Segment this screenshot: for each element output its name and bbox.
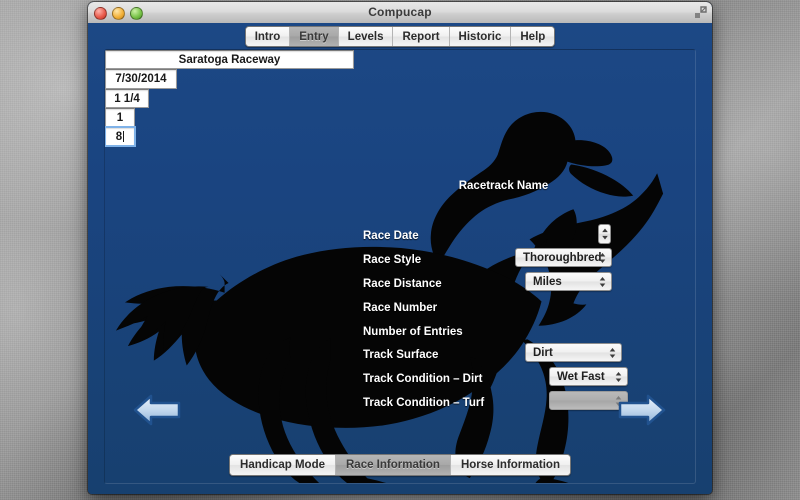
- racetrack-name-label: Racetrack Name: [458, 180, 549, 192]
- track-surface-row: Track Surface: [363, 345, 438, 365]
- race-distance-unit-value: Miles: [533, 275, 562, 288]
- bottom-tab-group: Handicap Mode Race Information Horse Inf…: [229, 454, 571, 476]
- race-style-row: Race Style: [363, 250, 421, 270]
- track-condition-turf-label: Track Condition – Turf: [363, 397, 485, 409]
- number-of-entries-value: 8: [115, 130, 123, 143]
- entry-panel: Racetrack Name Saratoga Raceway Race Dat…: [104, 49, 696, 484]
- tab-horse-information[interactable]: Horse Information: [450, 455, 570, 475]
- tab-help[interactable]: Help: [511, 27, 555, 46]
- race-number-row: Race Number: [363, 298, 437, 318]
- tab-levels[interactable]: Levels: [338, 27, 394, 46]
- tab-historic[interactable]: Historic: [449, 27, 512, 46]
- tab-handicap-mode[interactable]: Handicap Mode: [230, 455, 336, 475]
- previous-page-button[interactable]: [131, 390, 183, 430]
- race-information-form: Racetrack Name Saratoga Raceway Race Dat…: [105, 50, 695, 483]
- window-titlebar[interactable]: Compucap: [88, 2, 712, 24]
- racetrack-name-input[interactable]: Saratoga Raceway: [105, 50, 354, 69]
- track-condition-dirt-row: Track Condition – Dirt: [363, 369, 483, 389]
- race-style-label: Race Style: [363, 254, 422, 266]
- race-date-row: Race Date: [363, 226, 419, 246]
- window-content: Intro Entry Levels Report Historic Help: [88, 23, 712, 494]
- top-tab-group: Intro Entry Levels Report Historic Help: [244, 26, 556, 47]
- chevron-updown-icon: [599, 252, 606, 263]
- race-date-input[interactable]: 7/30/2014: [105, 69, 177, 89]
- race-distance-input[interactable]: 1 1/4: [105, 89, 149, 108]
- tab-entry[interactable]: Entry: [290, 27, 339, 46]
- chevron-updown-icon: [599, 276, 606, 287]
- race-distance-row: Race Distance: [363, 274, 442, 294]
- number-of-entries-label: Number of Entries: [363, 326, 463, 338]
- tab-report[interactable]: Report: [393, 27, 450, 46]
- top-tabbar: Intro Entry Levels Report Historic Help: [88, 26, 712, 47]
- chevron-updown-icon: [609, 347, 616, 358]
- left-arrow-icon: [133, 394, 181, 426]
- app-window: Compucap Intro Entry Levels Report Histo…: [88, 2, 712, 494]
- race-distance-unit-popup[interactable]: Miles: [525, 272, 612, 291]
- right-arrow-icon: [618, 394, 666, 426]
- race-date-stepper[interactable]: [598, 224, 611, 244]
- fullscreen-resize-icon[interactable]: [694, 6, 707, 19]
- chevron-updown-icon: [615, 371, 622, 382]
- race-style-value: Thoroughbred: [523, 251, 602, 264]
- race-date-label: Race Date: [363, 230, 419, 242]
- tab-intro[interactable]: Intro: [245, 27, 291, 46]
- track-condition-dirt-label: Track Condition – Dirt: [363, 373, 483, 385]
- track-condition-dirt-popup[interactable]: Wet Fast: [549, 367, 628, 386]
- track-surface-label: Track Surface: [363, 349, 439, 361]
- track-surface-value: Dirt: [533, 346, 553, 359]
- race-number-input[interactable]: 1: [105, 108, 135, 127]
- race-style-popup[interactable]: Thoroughbred: [515, 248, 612, 267]
- number-of-entries-row: Number of Entries: [363, 322, 463, 342]
- track-condition-turf-row: Track Condition – Turf: [363, 393, 484, 413]
- window-title: Compucap: [368, 5, 432, 19]
- race-number-label: Race Number: [363, 302, 438, 314]
- number-of-entries-input[interactable]: 8: [105, 126, 136, 147]
- text-caret: [123, 131, 125, 142]
- track-surface-popup[interactable]: Dirt: [525, 343, 622, 362]
- track-condition-dirt-value: Wet Fast: [557, 370, 605, 383]
- tab-race-information[interactable]: Race Information: [336, 455, 451, 475]
- race-distance-label: Race Distance: [363, 278, 442, 290]
- bottom-tabbar: Handicap Mode Race Information Horse Inf…: [88, 454, 712, 476]
- next-page-button[interactable]: [616, 390, 668, 430]
